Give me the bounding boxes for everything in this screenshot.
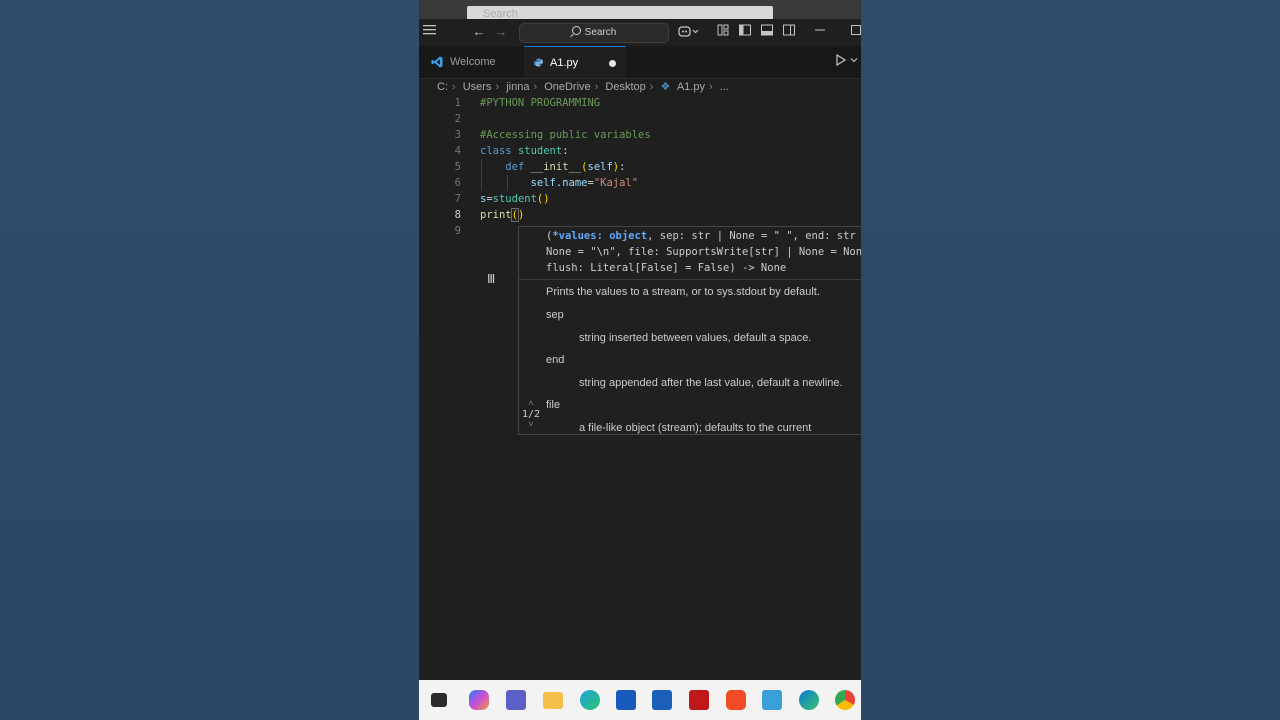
- doc-param-desc: string inserted between values, default …: [579, 332, 812, 344]
- breadcrumb-users[interactable]: Users: [463, 81, 492, 93]
- code-line-7: s=student(): [480, 193, 550, 205]
- vscode-window: Search ← → Search Welcome A1.py C: › Use…: [419, 0, 861, 720]
- search-icon: [571, 26, 581, 35]
- signature-pager-count: 1/2: [521, 409, 541, 420]
- breadcrumb-more[interactable]: ...: [720, 81, 729, 93]
- doc-param-name: file: [546, 399, 561, 411]
- doc-param-name: sep: [546, 309, 564, 321]
- toggle-secondary-sidebar-icon[interactable]: [782, 24, 796, 40]
- line-number: 6: [454, 177, 461, 189]
- minimize-icon[interactable]: [813, 24, 827, 40]
- code-line-6: self.name="Kajal": [530, 177, 639, 189]
- signature-line-2: None = "\n", file: SupportsWrite[str] | …: [546, 246, 861, 258]
- breadcrumb-separator-icon: ›: [708, 81, 713, 93]
- title-bar: ← → Search: [419, 19, 861, 46]
- code-line-4: class student:: [480, 145, 569, 157]
- toggle-primary-sidebar-icon[interactable]: [738, 24, 752, 40]
- doc-param-desc: string appended after the last value, de…: [579, 377, 843, 389]
- edge-beta-icon[interactable]: [580, 690, 600, 710]
- unsaved-dot-icon[interactable]: [609, 60, 616, 67]
- breadcrumb-separator-icon: ›: [533, 81, 538, 93]
- breadcrumb: C: › Users › jinna › OneDrive › Desktop › ❖ A…: [437, 79, 733, 95]
- copilot-icon[interactable]: [469, 690, 489, 710]
- run-options-chevron-icon[interactable]: [849, 54, 859, 70]
- tab-welcome[interactable]: Welcome: [419, 46, 522, 78]
- customize-layout-icon[interactable]: [716, 24, 730, 40]
- background-window-strip: Search: [419, 0, 861, 20]
- tab-a1-py[interactable]: A1.py: [524, 46, 626, 78]
- back-arrow-icon[interactable]: ←: [471, 24, 487, 40]
- signature-active-param: *values: object: [552, 230, 648, 242]
- brave-icon[interactable]: [726, 690, 746, 710]
- edge-icon[interactable]: [799, 690, 819, 710]
- file-explorer-app-icon[interactable]: [431, 693, 447, 707]
- store-icon[interactable]: [652, 690, 672, 710]
- code-lines: #PYTHON PROGRAMMING #Accessing public va…: [480, 95, 651, 239]
- line-number: 3: [454, 129, 461, 141]
- breadcrumb-separator-icon: ›: [594, 81, 599, 93]
- breadcrumb-drive[interactable]: C:: [437, 81, 448, 93]
- line-number: 4: [454, 145, 461, 157]
- previous-signature-chevron-icon[interactable]: ˄: [521, 399, 541, 409]
- signature-text: (*values: object, sep: str | None = " ",…: [546, 228, 861, 276]
- background-search-box: Search: [467, 6, 773, 20]
- taskbar: [419, 680, 861, 720]
- doc-param-name: end: [546, 354, 565, 366]
- code-line-5: def __init__(self):: [505, 161, 626, 173]
- breadcrumb-separator-icon: ›: [649, 81, 654, 93]
- breadcrumb-jinna[interactable]: jinna: [506, 81, 529, 93]
- snipping-icon[interactable]: [762, 690, 782, 710]
- doc-summary: Prints the values to a stream, or to sys…: [546, 286, 820, 298]
- parameter-hints-widget[interactable]: (*values: object, sep: str | None = " ",…: [518, 226, 861, 435]
- word-icon[interactable]: [616, 690, 636, 710]
- teams-icon[interactable]: [506, 690, 526, 710]
- vscode-icon: [431, 56, 443, 68]
- line-number: 9: [454, 225, 461, 237]
- breadcrumb-file[interactable]: A1.py: [677, 81, 705, 93]
- run-python-file-icon[interactable]: [835, 53, 847, 70]
- signature-pager: ˄ 1/2 ˅: [521, 399, 541, 430]
- folder-icon[interactable]: [543, 692, 563, 709]
- forward-arrow-icon[interactable]: →: [493, 24, 509, 40]
- command-center-label: Search: [584, 27, 617, 38]
- line-number: 1: [454, 97, 461, 109]
- python-file-icon: [534, 58, 543, 67]
- command-center-search[interactable]: Search: [519, 23, 669, 43]
- breadcrumb-onedrive[interactable]: OneDrive: [544, 81, 590, 93]
- copilot-menu-icon[interactable]: [677, 24, 701, 40]
- menu-icon[interactable]: [422, 24, 438, 40]
- next-signature-chevron-icon[interactable]: ˅: [521, 420, 541, 430]
- code-line-3: #Accessing public variables: [480, 129, 651, 141]
- doc-param-desc: a file-like object (stream); defaults to…: [579, 422, 812, 434]
- chrome-icon[interactable]: [835, 690, 855, 710]
- breadcrumb-separator-icon: ›: [495, 81, 500, 93]
- line-number: 2: [454, 113, 461, 125]
- mcafee-icon[interactable]: [689, 690, 709, 710]
- code-line-1: #PYTHON PROGRAMMING: [480, 97, 601, 109]
- maximize-icon[interactable]: [849, 24, 861, 40]
- tab-welcome-label: Welcome: [450, 56, 496, 68]
- line-number: 5: [454, 161, 461, 173]
- breadcrumb-desktop[interactable]: Desktop: [605, 81, 645, 93]
- hover-divider: [519, 279, 861, 280]
- background-search-placeholder: Search: [483, 8, 518, 20]
- text-cursor-icon: Ⅲ: [487, 272, 496, 286]
- signature-line-3: flush: Literal[False] = False) -> None: [546, 262, 787, 274]
- line-number: 7: [454, 193, 461, 205]
- breadcrumb-python-icon: ❖: [660, 81, 671, 93]
- toggle-panel-icon[interactable]: [760, 24, 774, 40]
- breadcrumb-separator-icon: ›: [452, 81, 456, 93]
- line-number-current: 8: [454, 209, 461, 221]
- tab-a1-py-label: A1.py: [550, 57, 579, 69]
- editor-tab-bar: Welcome A1.py: [419, 46, 861, 79]
- code-line-8: print(): [480, 208, 525, 222]
